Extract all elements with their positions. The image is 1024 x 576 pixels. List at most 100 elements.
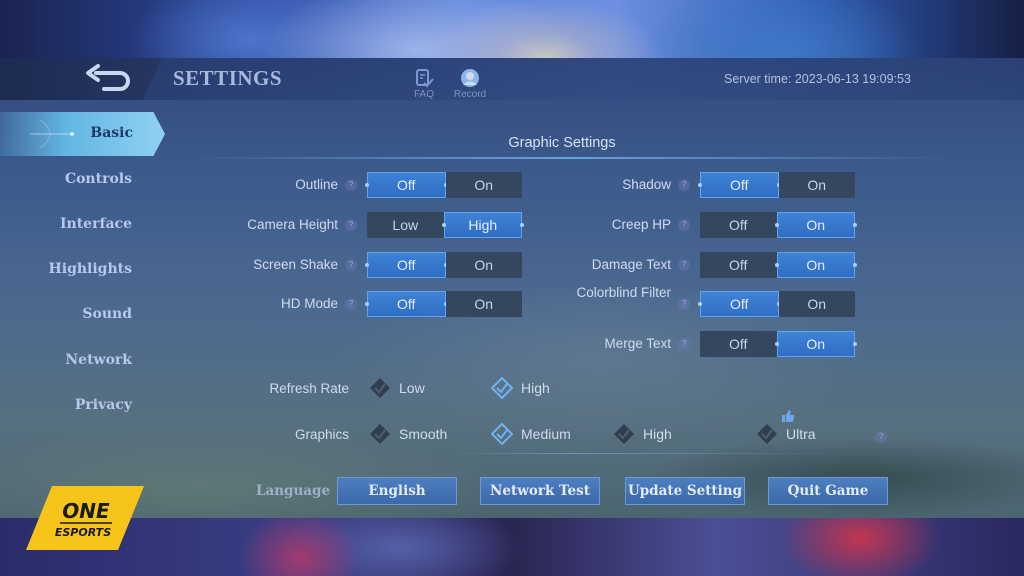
hd-mode-toggle[interactable]: Off On: [365, 291, 522, 317]
option-label: Ultra: [786, 426, 816, 442]
option-label: High: [521, 380, 550, 396]
camera-height-option-high[interactable]: High: [441, 212, 524, 238]
bottom-blurred-background: [0, 518, 1024, 576]
back-plate: [0, 58, 162, 100]
recommended-thumbs-up-icon: [782, 410, 795, 422]
back-arrow-icon[interactable]: [82, 64, 134, 94]
sidebar-item-network[interactable]: Network: [0, 352, 140, 368]
logo-text-one: ONE: [62, 499, 110, 523]
unchecked-diamond-icon: [370, 378, 390, 398]
damage-text-option-off[interactable]: Off: [700, 252, 777, 278]
merge-text-toggle[interactable]: Off On: [700, 331, 857, 357]
colorblind-filter-option-off[interactable]: Off: [698, 291, 780, 317]
creep-hp-help-icon[interactable]: ?: [678, 219, 690, 231]
outline-option-off[interactable]: Off: [365, 172, 447, 198]
section-title: Graphic Settings: [508, 135, 616, 151]
record-button[interactable]: Record: [448, 68, 492, 104]
graphics-option-ultra[interactable]: Ultra: [756, 422, 816, 446]
record-icon: [461, 69, 479, 87]
colorblind-filter-label: Colorblind Filter: [576, 285, 671, 300]
option-label: Low: [399, 380, 425, 396]
active-indicator-icon: [30, 120, 74, 148]
logo-text-esports: ESPORTS: [55, 526, 111, 539]
outline-toggle[interactable]: Off On: [365, 172, 522, 198]
screen-shake-label: Screen Shake: [253, 257, 338, 272]
option-label: Medium: [521, 426, 571, 442]
unchecked-diamond-icon: [614, 424, 634, 444]
faq-label: FAQ: [413, 89, 434, 100]
refresh-rate-label: Refresh Rate: [269, 381, 349, 396]
camera-height-toggle[interactable]: Low High: [367, 212, 524, 238]
graphics-divider: [450, 453, 850, 454]
shadow-option-on[interactable]: On: [778, 172, 855, 198]
damage-text-help-icon[interactable]: ?: [678, 259, 690, 271]
hd-mode-option-off[interactable]: Off: [365, 291, 447, 317]
camera-height-label: Camera Height: [247, 217, 338, 232]
unchecked-diamond-icon: [370, 424, 390, 444]
outline-label: Outline: [295, 177, 338, 192]
creep-hp-toggle[interactable]: Off On: [700, 212, 857, 238]
screen-shake-option-off[interactable]: Off: [365, 252, 447, 278]
screen-shake-option-on[interactable]: On: [445, 252, 522, 278]
screen-shake-help-icon[interactable]: ?: [345, 259, 357, 271]
update-setting-button[interactable]: Update Setting: [625, 477, 745, 505]
checked-diamond-icon: [491, 423, 513, 445]
language-label: Language: [256, 483, 331, 499]
colorblind-filter-option-on[interactable]: On: [778, 291, 855, 317]
faq-button[interactable]: FAQ: [402, 68, 446, 104]
sidebar-item-basic[interactable]: Basic: [0, 112, 165, 156]
option-label: Smooth: [399, 426, 448, 442]
shadow-help-icon[interactable]: ?: [678, 179, 690, 191]
top-blurred-background: [0, 0, 1024, 58]
colorblind-filter-help-icon[interactable]: ?: [678, 298, 690, 310]
option-label: High: [643, 426, 672, 442]
colorblind-filter-toggle[interactable]: Off On: [698, 291, 855, 317]
screen-shake-toggle[interactable]: Off On: [365, 252, 522, 278]
section-divider: [190, 157, 950, 159]
outline-help-icon[interactable]: ?: [345, 179, 357, 191]
faq-icon: [416, 69, 434, 88]
refresh-rate-option-high[interactable]: High: [491, 376, 550, 400]
creep-hp-option-off[interactable]: Off: [700, 212, 777, 238]
unchecked-diamond-icon: [757, 424, 777, 444]
outline-option-on[interactable]: On: [445, 172, 522, 198]
hd-mode-option-on[interactable]: On: [445, 291, 522, 317]
damage-text-toggle[interactable]: Off On: [700, 252, 857, 278]
refresh-rate-option-low[interactable]: Low: [369, 376, 425, 400]
sidebar-item-interface[interactable]: Interface: [0, 216, 140, 232]
shadow-option-off[interactable]: Off: [698, 172, 780, 198]
graphics-label: Graphics: [294, 427, 349, 442]
sidebar-item-sound[interactable]: Sound: [0, 306, 140, 322]
camera-height-help-icon[interactable]: ?: [345, 219, 357, 231]
merge-text-label: Merge Text: [604, 336, 671, 351]
page-title: SETTINGS: [173, 66, 283, 90]
graphics-option-medium[interactable]: Medium: [491, 422, 571, 446]
shadow-toggle[interactable]: Off On: [698, 172, 855, 198]
record-label: Record: [453, 89, 487, 100]
camera-height-option-low[interactable]: Low: [367, 212, 444, 238]
network-test-button[interactable]: Network Test: [480, 477, 600, 505]
sidebar-item-highlights[interactable]: Highlights: [0, 261, 140, 277]
checked-diamond-icon: [491, 377, 513, 399]
damage-text-label: Damage Text: [591, 257, 671, 272]
creep-hp-option-on[interactable]: On: [774, 212, 857, 238]
damage-text-option-on[interactable]: On: [774, 252, 857, 278]
graphics-help-icon[interactable]: ?: [875, 431, 887, 443]
shadow-label: Shadow: [622, 177, 671, 192]
graphics-option-high[interactable]: High: [613, 422, 672, 446]
merge-text-help-icon[interactable]: ?: [678, 338, 690, 350]
one-esports-logo: ONE ESPORTS: [26, 486, 144, 550]
server-time: Server time: 2023-06-13 19:09:53: [724, 72, 911, 86]
hd-mode-label: HD Mode: [280, 296, 338, 311]
sidebar-item-label: Basic: [90, 125, 133, 141]
graphics-option-smooth[interactable]: Smooth: [369, 422, 447, 446]
language-select-button[interactable]: English: [337, 477, 457, 505]
sidebar-item-controls[interactable]: Controls: [0, 171, 140, 187]
quit-game-button[interactable]: Quit Game: [768, 477, 888, 505]
sidebar-item-privacy[interactable]: Privacy: [0, 397, 140, 413]
hd-mode-help-icon[interactable]: ?: [345, 298, 357, 310]
settings-panel: SETTINGS FAQ Record Server time: 2023-06…: [0, 58, 1024, 518]
creep-hp-label: Creep HP: [611, 217, 671, 232]
merge-text-option-on[interactable]: On: [774, 331, 857, 357]
merge-text-option-off[interactable]: Off: [700, 331, 777, 357]
